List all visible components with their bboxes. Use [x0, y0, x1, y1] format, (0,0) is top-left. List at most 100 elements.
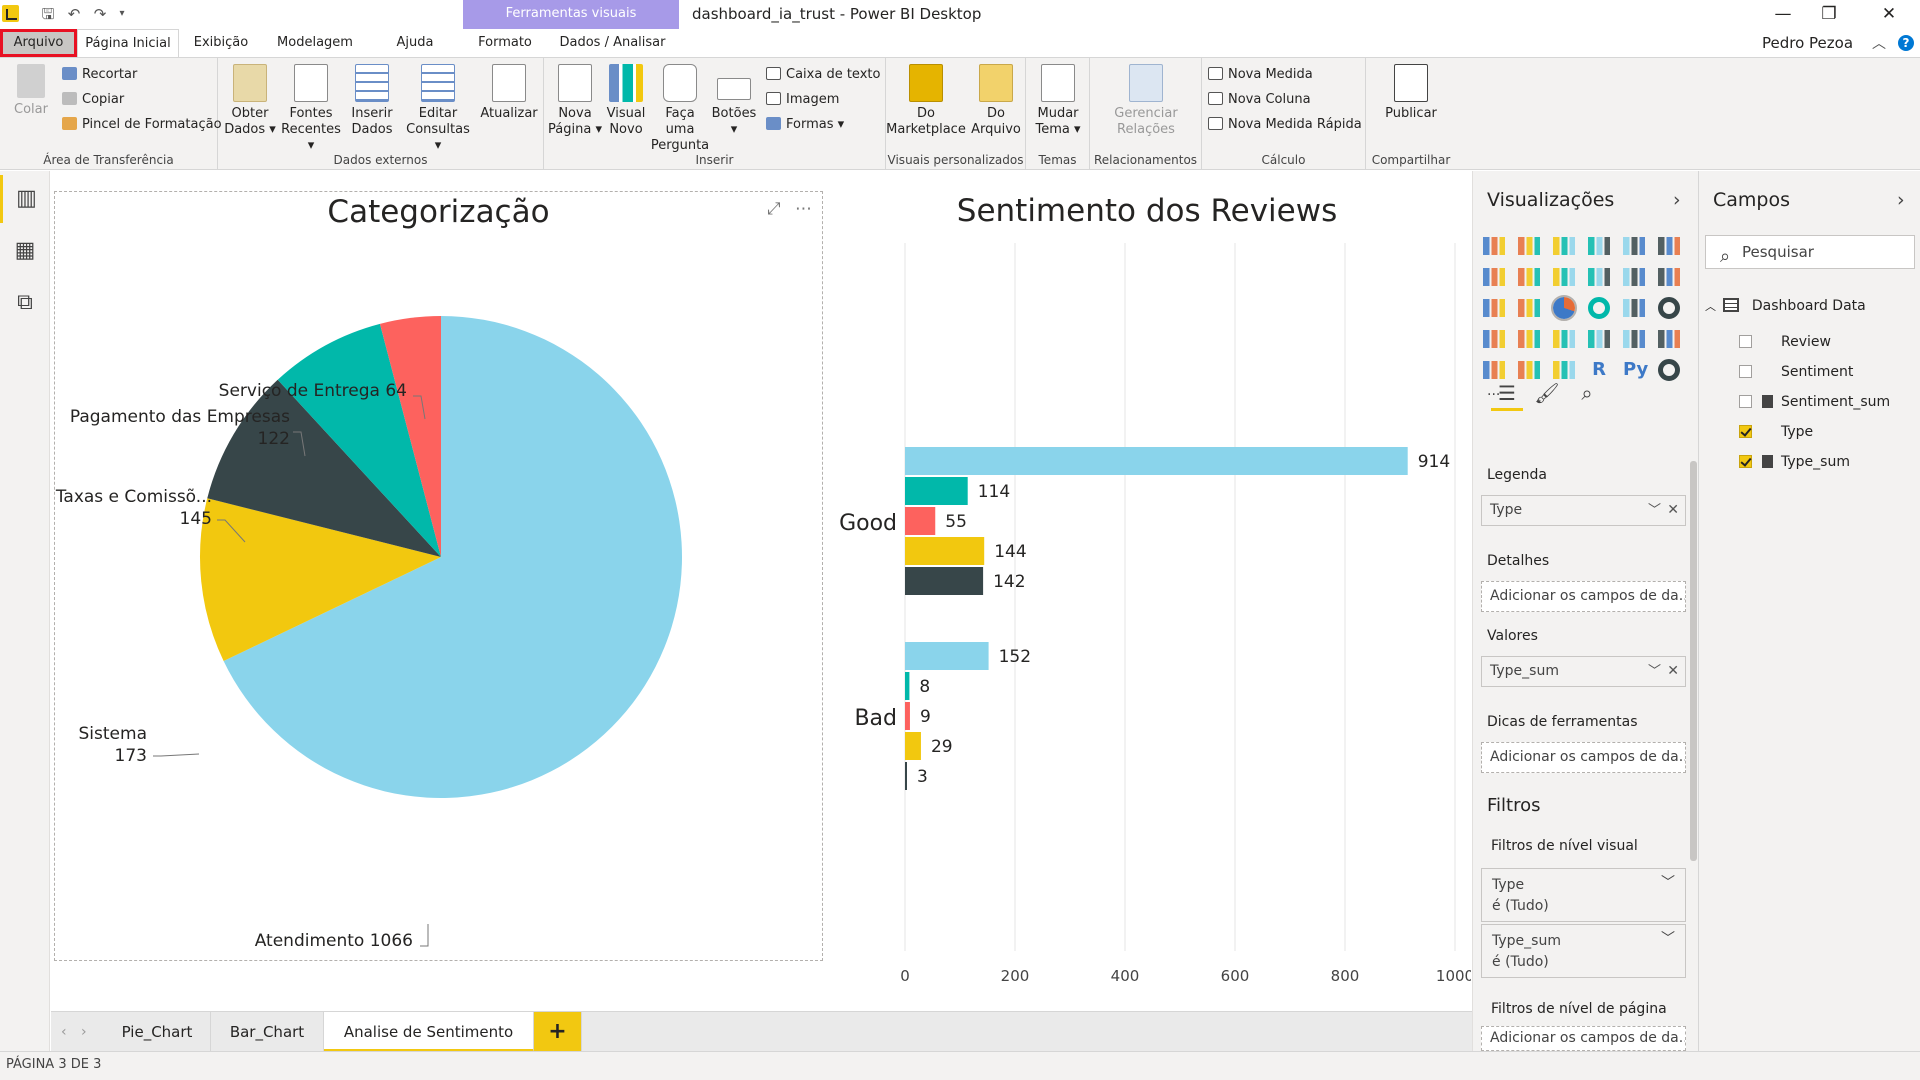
field-item[interactable]: Sentiment	[1739, 361, 1853, 383]
chevron-up-icon[interactable]: ︿	[1705, 296, 1719, 318]
area-chart-icon[interactable]	[1518, 268, 1540, 286]
ribbon-chart-icon[interactable]	[1658, 268, 1680, 286]
chevron-down-icon[interactable]: ﹀	[1661, 873, 1675, 894]
field-item[interactable]: Type_sum	[1739, 451, 1850, 473]
new-measure-button[interactable]: Nova Medida	[1208, 64, 1313, 86]
field-item[interactable]: Type	[1739, 421, 1813, 443]
copy-button[interactable]: Copiar	[62, 89, 124, 111]
stacked-column-icon[interactable]	[1518, 237, 1540, 255]
report-view-icon[interactable]: ▥	[0, 175, 50, 223]
collapse-ribbon-icon[interactable]: ︿	[1872, 33, 1886, 53]
field-checkbox[interactable]	[1739, 455, 1752, 468]
page-tab-sentiment[interactable]: Analise de Sentimento	[324, 1012, 534, 1052]
manage-relationships-button[interactable]: Gerenciar Relações	[1100, 64, 1192, 138]
100-bar-icon[interactable]	[1623, 237, 1645, 255]
bar[interactable]	[905, 477, 968, 505]
legend-well[interactable]: Type ﹀ ✕	[1481, 495, 1686, 526]
100-column-icon[interactable]	[1658, 237, 1680, 255]
arcgis-icon[interactable]	[1658, 359, 1680, 381]
save-icon[interactable]: 🖫	[38, 5, 58, 23]
tab-format[interactable]: Formato	[470, 29, 540, 57]
page-tab-bar-chart[interactable]: Bar_Chart	[211, 1012, 324, 1052]
python-visual-icon[interactable]: Py	[1623, 359, 1648, 381]
undo-icon[interactable]: ↶	[64, 5, 84, 23]
data-view-icon[interactable]: ▦	[0, 227, 50, 275]
card-icon[interactable]	[1588, 330, 1610, 348]
close-button[interactable]: ✕	[1866, 0, 1912, 29]
chevron-down-icon[interactable]: ﹀	[1661, 929, 1675, 950]
bar[interactable]	[905, 447, 1408, 475]
line-clustered-icon[interactable]	[1623, 268, 1645, 286]
line-chart-icon[interactable]	[1483, 268, 1505, 286]
remove-field-icon[interactable]: ✕	[1667, 657, 1679, 686]
tab-modeling[interactable]: Modelagem	[270, 29, 360, 57]
redo-icon[interactable]: ↷	[90, 5, 110, 23]
filled-map-icon[interactable]	[1483, 330, 1505, 348]
clustered-bar-icon[interactable]	[1553, 237, 1575, 255]
remove-field-icon[interactable]: ✕	[1667, 496, 1679, 525]
prev-page-icon[interactable]: ‹	[61, 1012, 67, 1052]
next-page-icon[interactable]: ›	[81, 1012, 87, 1052]
minimize-button[interactable]: —	[1760, 0, 1806, 29]
treemap-icon[interactable]	[1623, 299, 1645, 317]
tab-help[interactable]: Ajuda	[385, 29, 445, 57]
matrix-icon[interactable]	[1553, 361, 1575, 379]
bar[interactable]	[905, 642, 989, 670]
table-dashboard-data[interactable]: ︿ Dashboard Data	[1705, 295, 1866, 318]
new-column-button[interactable]: Nova Coluna	[1208, 89, 1311, 111]
chevron-down-icon[interactable]: ﹀	[1648, 657, 1661, 686]
enter-data-button[interactable]: Inserir Dados	[346, 64, 398, 138]
bar[interactable]	[905, 507, 936, 535]
field-checkbox[interactable]	[1739, 395, 1752, 408]
image-button[interactable]: Imagem	[766, 89, 839, 111]
stacked-area-icon[interactable]	[1553, 268, 1575, 286]
donut-icon[interactable]	[1588, 297, 1610, 319]
refresh-button[interactable]: Atualizar	[476, 64, 542, 122]
line-column-icon[interactable]	[1588, 268, 1610, 286]
help-icon[interactable]: ?	[1898, 35, 1914, 51]
new-page-button[interactable]: Nova Página ▾	[548, 64, 602, 138]
tab-file[interactable]: Arquivo	[0, 29, 77, 57]
r-visual-icon[interactable]: R	[1588, 359, 1610, 381]
from-file-button[interactable]: Do Arquivo	[966, 64, 1026, 138]
page-tab-pie-chart[interactable]: Pie_Chart	[104, 1012, 211, 1052]
clustered-column-icon[interactable]	[1588, 237, 1610, 255]
recent-sources-button[interactable]: Fontes Recentes ▾	[280, 64, 342, 154]
field-item[interactable]: Review	[1739, 331, 1831, 353]
fields-tab-icon[interactable]: ☰	[1491, 381, 1523, 411]
buttons-button[interactable]: Botões ▾	[710, 64, 758, 138]
stacked-bar-icon[interactable]	[1483, 237, 1505, 255]
bar[interactable]	[905, 732, 921, 760]
bar[interactable]	[905, 672, 910, 700]
field-checkbox[interactable]	[1739, 425, 1752, 438]
customize-toolbar-icon[interactable]: ▾	[112, 5, 132, 23]
gauge-icon[interactable]	[1553, 330, 1575, 348]
multirow-card-icon[interactable]	[1623, 330, 1645, 348]
field-item[interactable]: Sentiment_sum	[1739, 391, 1890, 413]
from-marketplace-button[interactable]: Do Marketplace	[886, 64, 966, 138]
tab-view[interactable]: Exibição	[186, 29, 256, 57]
tab-data-analyze[interactable]: Dados / Analisar	[555, 29, 670, 57]
funnel-icon[interactable]	[1518, 330, 1540, 348]
user-name[interactable]: Pedro Pezoa	[1762, 29, 1853, 57]
analytics-tab-icon[interactable]: ⌕	[1571, 381, 1603, 411]
values-well[interactable]: Type_sum ﹀ ✕	[1481, 656, 1686, 687]
new-visual-button[interactable]: Visual Novo	[602, 64, 650, 138]
bar[interactable]	[905, 537, 985, 565]
paste-button[interactable]: Colar	[10, 64, 52, 118]
add-page-button[interactable]: +	[534, 1012, 582, 1052]
cut-button[interactable]: Recortar	[62, 64, 137, 86]
bar[interactable]	[905, 762, 907, 790]
model-view-icon[interactable]: ⧉	[0, 279, 50, 327]
quick-measure-button[interactable]: Nova Medida Rápida	[1208, 114, 1362, 136]
chevron-down-icon[interactable]: ﹀	[1648, 496, 1661, 525]
tooltips-well[interactable]: Adicionar os campos de da...	[1481, 742, 1686, 773]
slicer-icon[interactable]	[1483, 361, 1505, 379]
field-checkbox[interactable]	[1739, 335, 1752, 348]
bar-visual[interactable]: Sentimento dos Reviews 0 200 400 600 800 1000…	[823, 191, 1471, 981]
page-filters-well[interactable]: Adicionar os campos de da...	[1481, 1026, 1686, 1051]
waterfall-icon[interactable]	[1483, 299, 1505, 317]
textbox-button[interactable]: Caixa de texto	[766, 64, 880, 86]
bar[interactable]	[905, 702, 910, 730]
collapse-visualizations-icon[interactable]: ›	[1673, 189, 1681, 211]
